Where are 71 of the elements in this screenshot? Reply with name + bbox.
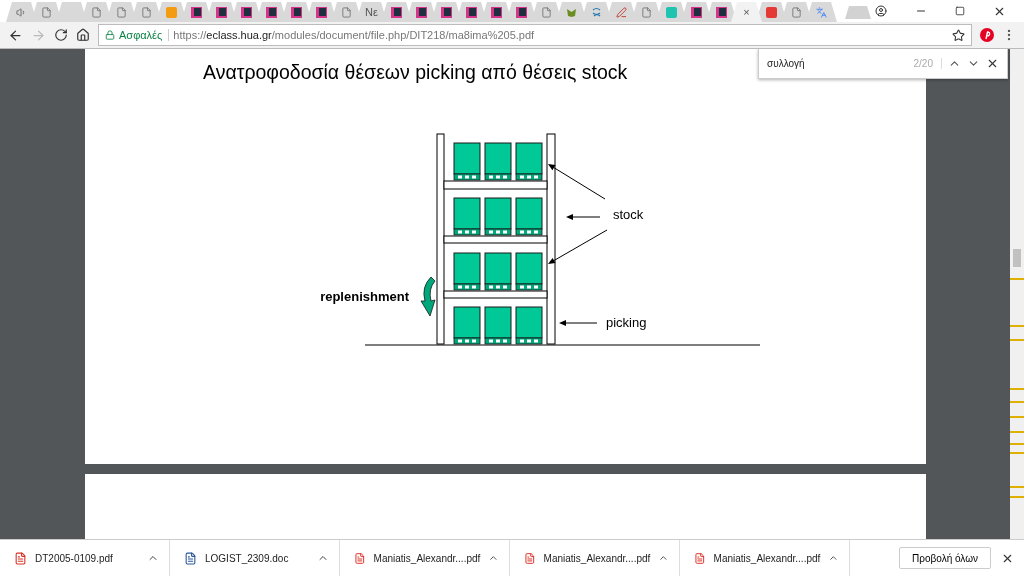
close-tab-icon[interactable]: ×	[743, 6, 750, 18]
pdf-file-icon	[524, 551, 536, 565]
site-icon	[166, 6, 177, 18]
book-icon	[191, 6, 202, 18]
pdf-file-icon	[694, 551, 706, 565]
download-item[interactable]: Maniatis_Alexandr....pdf	[340, 540, 510, 576]
book-icon	[266, 6, 277, 18]
page-icon	[341, 6, 352, 18]
bookmark-star-icon[interactable]	[952, 28, 965, 42]
address-bar[interactable]: Ασφαλές https://eclass.hua.gr/modules/document/file.php/DIT218/ma8ima%205.pdf	[98, 24, 972, 46]
book-icon	[491, 6, 502, 18]
pen-icon	[616, 6, 627, 18]
book-icon	[441, 6, 452, 18]
file-name: Maniatis_Alexandr....pdf	[543, 552, 651, 564]
tab-favicon[interactable]: Nε	[365, 6, 378, 18]
picking-label: picking	[606, 315, 647, 330]
book-icon	[691, 6, 702, 18]
browser-tab[interactable]: ×	[731, 2, 762, 22]
back-icon[interactable]	[8, 27, 23, 43]
security-label: Ασφαλές	[119, 29, 170, 41]
file-name: Maniatis_Alexandr....pdf	[713, 552, 821, 564]
match-count: 2/20	[913, 58, 942, 69]
arrow	[548, 164, 606, 200]
word-file-icon	[184, 551, 197, 565]
book-icon	[391, 6, 402, 18]
curved-arrow	[420, 276, 436, 317]
home-icon[interactable]	[76, 28, 90, 42]
book-icon	[466, 6, 477, 18]
arrow	[548, 229, 608, 264]
page-icon	[91, 6, 102, 18]
restore-icon[interactable]	[955, 6, 965, 16]
arrow	[559, 320, 598, 326]
download-item[interactable]: Maniatis_Alexandr....pdf	[510, 540, 680, 576]
scrollbar[interactable]	[1010, 49, 1024, 539]
page-icon	[541, 6, 552, 18]
replenishment-label: replenishment	[320, 289, 409, 304]
translate-icon	[816, 6, 827, 18]
swirl-icon	[591, 6, 602, 18]
book-icon	[316, 6, 327, 18]
page-icon	[141, 6, 152, 18]
file-name: LOGIST_2309.doc	[205, 552, 290, 564]
download-item[interactable]: LOGIST_2309.doc	[170, 540, 340, 576]
book-icon	[291, 6, 302, 18]
reload-icon[interactable]	[54, 28, 68, 42]
book-icon	[216, 6, 227, 18]
book-icon	[416, 6, 427, 18]
download-item[interactable]: DT2005-0109.pdf	[0, 540, 170, 576]
pin-extension-icon[interactable]	[980, 28, 994, 42]
show-all-button[interactable]: Προβολή όλων	[899, 547, 991, 569]
slide-title: Ανατροφοδοσία θέσεων picking από θέσεις stock	[203, 61, 628, 83]
page-icon	[116, 6, 127, 18]
page-icon	[41, 6, 52, 18]
pdf-file-icon	[354, 551, 366, 565]
site-icon	[666, 6, 677, 18]
stock-label: stock	[613, 207, 644, 222]
url-text: https://eclass.hua.gr/modules/document/file.php/DIT218/ma8ima%205.pdf	[173, 29, 535, 41]
file-name: DT2005-0109.pdf	[35, 552, 114, 564]
arrow	[566, 214, 601, 220]
site-icon	[766, 6, 777, 18]
book-icon	[516, 6, 527, 18]
download-item[interactable]: Maniatis_Alexandr....pdf	[680, 540, 850, 576]
lock-icon	[105, 30, 115, 40]
close-icon[interactable]	[986, 57, 999, 70]
file-name: Maniatis_Alexandr....pdf	[373, 552, 481, 564]
speaker-icon	[16, 6, 27, 18]
profile-icon[interactable]	[875, 5, 887, 17]
book-icon	[716, 6, 727, 18]
book-icon	[241, 6, 252, 18]
page-icon	[791, 6, 802, 18]
page-icon	[641, 6, 652, 18]
pdf-file-icon	[14, 551, 27, 565]
